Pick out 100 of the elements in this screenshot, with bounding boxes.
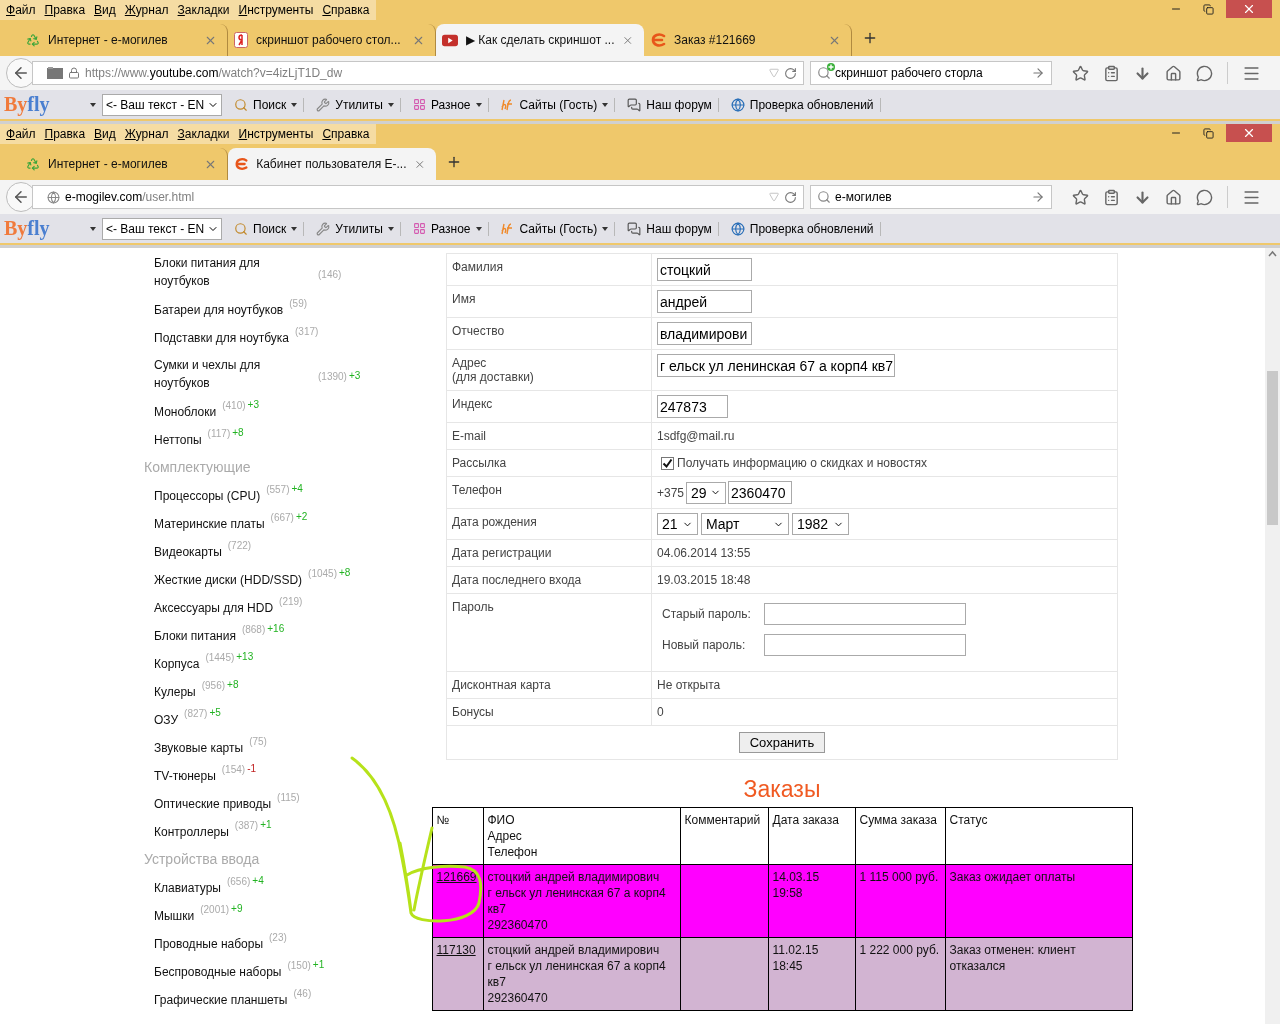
menu-item[interactable]: Закладки xyxy=(173,0,235,20)
search-field[interactable]: е-могилев xyxy=(810,185,1052,209)
bookmark-star-icon[interactable] xyxy=(1072,64,1089,82)
menu-item[interactable]: Файл xyxy=(2,0,41,20)
category-link[interactable]: Сумки и чехлы для ноутбуков xyxy=(154,356,312,392)
search-field[interactable]: скриншот рабочего сторла xyxy=(810,61,1052,85)
download-icon[interactable] xyxy=(1134,188,1151,206)
text-input[interactable]: стоцкий xyxy=(657,258,752,281)
category-link[interactable]: Батареи для ноутбуков xyxy=(154,301,284,319)
category-link[interactable]: Контроллеры xyxy=(154,823,229,841)
text-select[interactable]: <- Ваш текст - EN xyxy=(102,217,222,240)
new-tab-icon[interactable] xyxy=(862,30,878,46)
menu-item[interactable]: Журнал xyxy=(120,0,174,20)
toolbar-item[interactable]: Сайты (Гость) xyxy=(494,97,616,112)
toolbar-item[interactable]: Наш форум xyxy=(621,221,719,236)
site-info-icon[interactable] xyxy=(47,67,63,79)
order-link[interactable]: 117130 xyxy=(436,943,476,957)
search-icon xyxy=(817,190,831,204)
text-input[interactable]: владимирови xyxy=(657,322,752,345)
toolbar-item[interactable]: Утилиты xyxy=(310,221,401,236)
url-text: https://www.youtube.com/watch?v=4izLjT1D_dw xyxy=(85,66,344,80)
clipboard-icon[interactable] xyxy=(1103,188,1120,206)
chat-bubble-icon[interactable] xyxy=(1196,188,1213,206)
checkbox[interactable] xyxy=(661,457,674,470)
category-link[interactable]: Звуковые карты xyxy=(154,739,244,757)
text-select[interactable]: <- Ваш текст - EN xyxy=(102,93,222,116)
text-input[interactable]: г ельск ул ленинская 67 а корп4 кв7 xyxy=(657,354,895,377)
category-link[interactable]: Видеокарты xyxy=(154,543,222,561)
browser-tab[interactable]: ▶ Как сделать скриншот ... xyxy=(436,24,644,56)
menu-item[interactable]: Закладки xyxy=(173,124,235,144)
item-count: (23) xyxy=(269,932,287,943)
toolbar-item[interactable]: Утилиты xyxy=(310,97,401,112)
year-select[interactable]: 1982 xyxy=(792,513,849,535)
phone-input[interactable]: 2360470 xyxy=(728,481,793,504)
category-link[interactable]: Клавиатуры xyxy=(154,879,221,897)
home-icon[interactable] xyxy=(1165,64,1182,82)
menu-item[interactable]: Файл xyxy=(2,124,41,144)
count-change: -1 xyxy=(247,763,257,774)
menu-item[interactable]: Правка xyxy=(40,0,91,20)
menu-item[interactable]: Справка xyxy=(318,124,375,144)
reload-icon[interactable] xyxy=(784,66,797,80)
day-select[interactable]: 21 xyxy=(657,513,698,535)
item-count: (557) xyxy=(266,484,290,495)
globe-icon xyxy=(730,221,745,236)
category-link[interactable]: Оптические приводы xyxy=(154,795,272,813)
category-link[interactable]: Подставки для ноутбука xyxy=(154,329,290,347)
new-tab-icon[interactable] xyxy=(446,154,462,170)
address-field[interactable]: https://www.youtube.com/watch?v=4izLjT1D_dw xyxy=(32,61,804,85)
category-link[interactable]: Жесткие диски (HDD/SSD) xyxy=(154,571,303,589)
password-input[interactable] xyxy=(764,603,966,625)
toolbar-item[interactable]: Разное xyxy=(406,97,489,112)
toolbar-item[interactable]: Наш форум xyxy=(621,97,719,112)
field-label: Дисконтная карта xyxy=(452,678,551,692)
category-link[interactable]: Блоки питания xyxy=(154,627,236,645)
toolbar-item[interactable]: Проверка обновлений xyxy=(724,97,881,112)
menu-item[interactable]: Вид xyxy=(90,0,121,20)
toolbar-item[interactable]: Сайты (Гость) xyxy=(494,221,616,236)
category-link[interactable]: Проводные наборы xyxy=(154,935,264,953)
toolbar-item[interactable]: Проверка обновлений xyxy=(724,221,881,236)
toolbar-item[interactable]: Разное xyxy=(406,221,489,236)
browser-tab[interactable]: Кабинет пользователя Е-... xyxy=(228,148,436,180)
menu-item[interactable]: Вид xyxy=(90,124,121,144)
category-link[interactable]: Беспроводные наборы xyxy=(154,963,282,981)
month-select[interactable]: Март xyxy=(701,513,789,535)
text-input[interactable]: 247873 xyxy=(657,395,728,418)
menu-item[interactable]: Инструменты xyxy=(234,0,319,20)
text-input[interactable]: андрей xyxy=(657,290,752,313)
bookmark-star-icon[interactable] xyxy=(1072,188,1089,206)
category-link[interactable]: Кулеры xyxy=(154,683,196,701)
menu-item[interactable]: Правка xyxy=(40,124,91,144)
toolbar-item[interactable]: Поиск xyxy=(228,97,305,112)
tab-title: Интернет - е-могилев xyxy=(48,157,169,171)
menu-item[interactable]: Справка xyxy=(318,0,375,20)
scrollbar-thumb[interactable] xyxy=(1267,371,1278,525)
chat-bubble-icon[interactable] xyxy=(1196,64,1213,82)
password-input[interactable] xyxy=(764,634,966,656)
category-link[interactable]: Материнские платы xyxy=(154,515,265,533)
home-icon[interactable] xyxy=(1165,188,1182,206)
category-link[interactable]: ОЗУ xyxy=(154,711,179,729)
category-link[interactable]: Неттопы xyxy=(154,431,202,449)
category-link[interactable]: Графические планшеты xyxy=(154,991,288,1009)
code-select[interactable]: 29 xyxy=(686,481,727,504)
menu-item[interactable]: Инструменты xyxy=(234,124,319,144)
category-link[interactable]: Мышки xyxy=(154,907,195,925)
category-link[interactable]: Аксессуары для HDD xyxy=(154,599,274,617)
save-button[interactable]: Сохранить xyxy=(738,732,826,753)
toolbar-item[interactable]: Поиск xyxy=(228,221,305,236)
category-link[interactable]: TV-тюнеры xyxy=(154,767,216,785)
order-link[interactable]: 121669 xyxy=(436,870,477,884)
category-link[interactable]: Процессоры (CPU) xyxy=(154,487,261,505)
menu-item[interactable]: Журнал xyxy=(120,124,174,144)
category-link[interactable]: Блоки питания для ноутбуков xyxy=(154,254,312,290)
category-link[interactable]: Корпуса xyxy=(154,655,200,673)
reload-icon[interactable] xyxy=(784,190,797,204)
clipboard-icon[interactable] xyxy=(1103,64,1120,82)
plus-badge-icon xyxy=(827,63,835,71)
category-link[interactable]: Моноблоки xyxy=(154,403,217,421)
download-icon[interactable] xyxy=(1134,64,1151,82)
caret-icon xyxy=(291,102,298,107)
address-field[interactable]: e-mogilev.com/user.html xyxy=(32,185,804,209)
